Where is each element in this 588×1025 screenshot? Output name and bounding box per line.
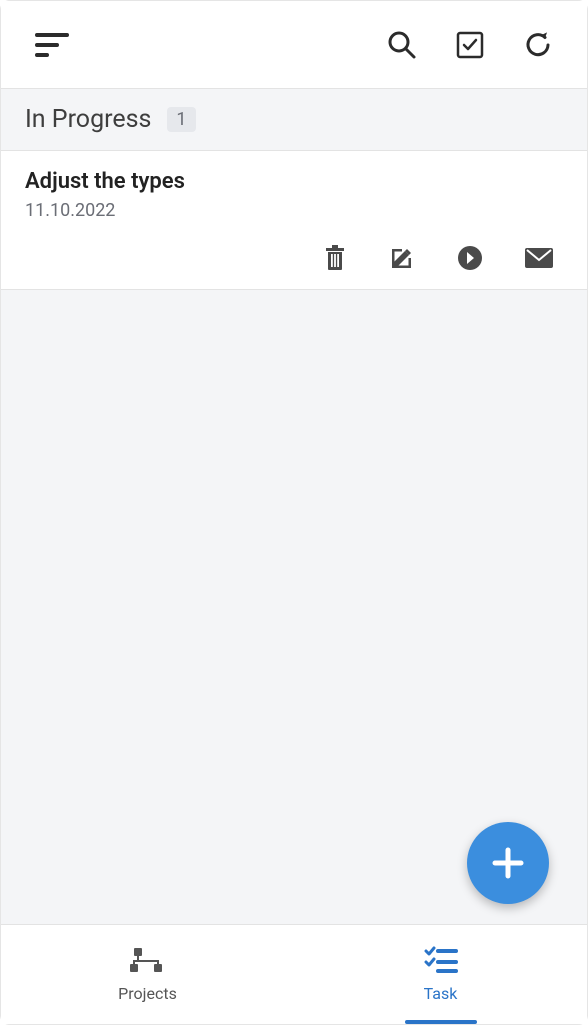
task-list-icon <box>424 946 458 978</box>
section-header: In Progress 1 <box>1 89 587 151</box>
plus-icon <box>489 844 527 882</box>
section-title: In Progress <box>25 105 151 134</box>
nav-task-label: Task <box>424 984 458 1003</box>
top-bar-left <box>31 27 73 63</box>
bottom-nav: Projects Task <box>1 924 587 1024</box>
delete-icon[interactable] <box>319 241 351 275</box>
projects-icon <box>130 946 166 978</box>
nav-task[interactable]: Task <box>294 925 587 1024</box>
top-bar <box>1 1 587 89</box>
nav-projects-label: Projects <box>118 984 177 1003</box>
task-date: 11.10.2022 <box>25 200 563 221</box>
task-actions <box>25 241 563 275</box>
check-box-icon[interactable] <box>451 26 489 64</box>
task-title: Adjust the types <box>25 169 563 194</box>
search-icon[interactable] <box>383 26 421 64</box>
next-icon[interactable] <box>453 241 487 275</box>
app-root: In Progress 1 Adjust the types 11.10.202… <box>1 1 587 1024</box>
mail-icon[interactable] <box>521 241 557 275</box>
task-list: Adjust the types 11.10.2022 <box>1 151 587 924</box>
top-bar-right <box>383 26 557 64</box>
section-count-badge: 1 <box>167 107 195 132</box>
refresh-icon[interactable] <box>519 26 557 64</box>
add-task-fab[interactable] <box>467 822 549 904</box>
task-card[interactable]: Adjust the types 11.10.2022 <box>1 151 587 290</box>
edit-icon[interactable] <box>385 241 419 275</box>
nav-projects[interactable]: Projects <box>1 925 294 1024</box>
menu-sort-icon[interactable] <box>31 27 73 63</box>
